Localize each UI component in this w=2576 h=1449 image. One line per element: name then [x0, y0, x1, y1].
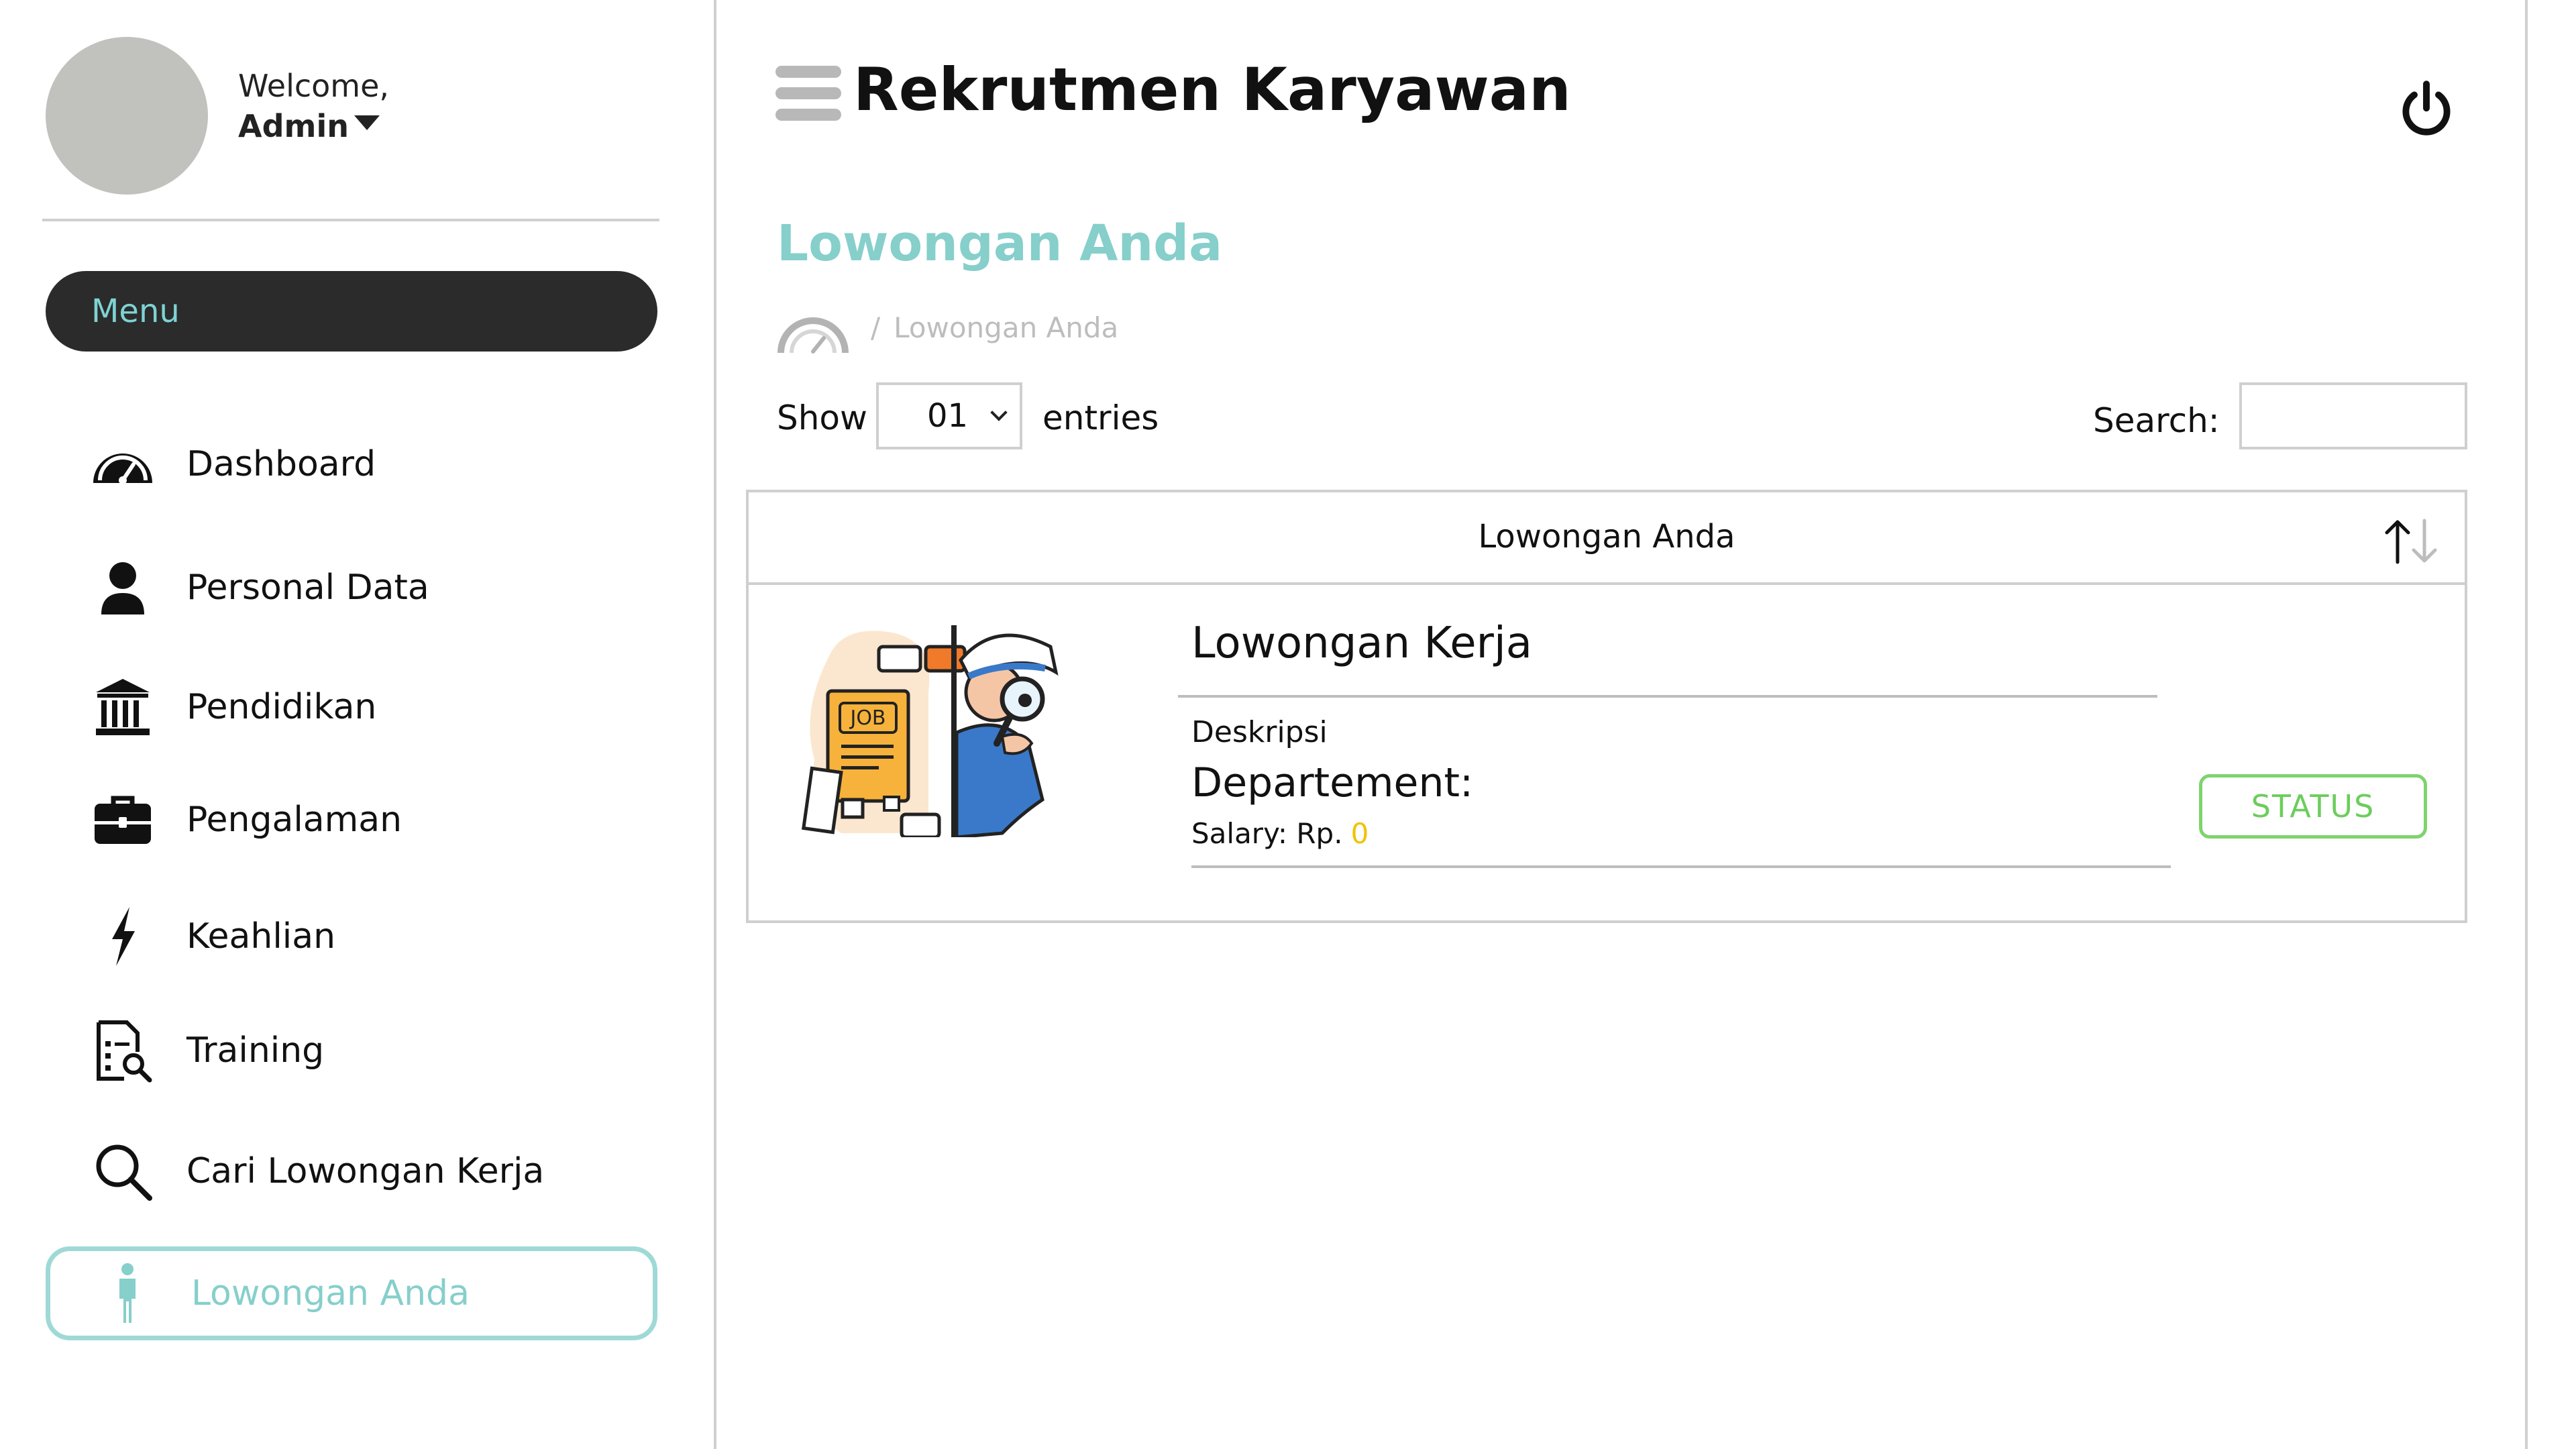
breadcrumb: / Lowongan Anda: [871, 311, 1118, 344]
chevron-down-icon: [990, 404, 1008, 421]
sidebar-item-training[interactable]: Training: [46, 1004, 657, 1097]
institution-icon: [86, 670, 160, 744]
illustration-job-label: JOB: [849, 706, 885, 730]
sidebar-item-pengalaman[interactable]: Pengalaman: [46, 773, 657, 867]
main-content: Rekrutmen Karyawan Lowongan Anda / Lowong…: [719, 0, 2528, 1449]
sidebar: Welcome, Admin Menu Dashboard Personal D…: [0, 0, 716, 1449]
power-icon[interactable]: [2396, 79, 2457, 140]
user-name: Admin: [238, 108, 349, 144]
vacancy-table: Lowongan Anda JOB Lowongan Kerja Deskrip…: [746, 490, 2467, 923]
sidebar-item-cari-lowongan-kerja[interactable]: Cari Lowongan Kerja: [46, 1124, 657, 1218]
job-description-label: Deskripsi: [1191, 715, 1328, 749]
sidebar-divider: [42, 219, 659, 221]
entries-select[interactable]: 01: [876, 382, 1022, 449]
user-menu-toggle[interactable]: Admin: [238, 106, 389, 146]
page-title: Lowongan Anda: [777, 215, 1223, 272]
dashboard-gauge-icon: [86, 427, 160, 501]
search-input[interactable]: [2239, 382, 2467, 449]
sidebar-item-lowongan-anda[interactable]: Lowongan Anda: [46, 1246, 657, 1340]
sort-icon[interactable]: [2380, 518, 2442, 565]
table-header-lowongan-anda[interactable]: Lowongan Anda: [749, 492, 2465, 585]
job-title[interactable]: Lowongan Kerja: [1191, 619, 1532, 668]
caret-down-icon[interactable]: [354, 115, 380, 130]
salary-label: Salary: Rp.: [1191, 817, 1343, 850]
sidebar-item-dashboard[interactable]: Dashboard: [46, 417, 657, 511]
sidebar-item-label: Keahlian: [186, 916, 336, 957]
show-label: Show: [777, 398, 867, 437]
search-icon: [86, 1134, 160, 1208]
menu-header: Menu: [46, 271, 657, 352]
salary-amount: 0: [1350, 817, 1369, 850]
avatar[interactable]: [46, 37, 208, 195]
dashboard-gauge-icon[interactable]: [777, 302, 849, 356]
person-icon: [86, 551, 160, 625]
document-search-icon: [86, 1014, 160, 1087]
app-title: Rekrutmen Karyawan: [853, 55, 1571, 124]
breadcrumb-current: Lowongan Anda: [894, 311, 1119, 344]
person-standing-icon: [91, 1256, 164, 1330]
sidebar-item-personal-data[interactable]: Personal Data: [46, 541, 657, 635]
sidebar-item-keahlian[interactable]: Keahlian: [46, 890, 657, 983]
sidebar-item-label: Pendidikan: [186, 687, 377, 727]
sidebar-item-pendidikan[interactable]: Pendidikan: [46, 660, 657, 754]
hamburger-menu-icon[interactable]: [775, 66, 841, 121]
sidebar-item-label: Lowongan Anda: [191, 1273, 470, 1313]
column-header-label: Lowongan Anda: [1478, 518, 1735, 555]
sidebar-item-label: Cari Lowongan Kerja: [186, 1151, 545, 1191]
briefcase-icon: [86, 783, 160, 857]
job-bottom-divider: [1191, 865, 2171, 868]
sidebar-item-label: Pengalaman: [186, 800, 402, 840]
lightning-icon: [86, 900, 160, 973]
status-button[interactable]: STATUS: [2199, 774, 2427, 839]
welcome-text: Welcome,: [238, 68, 390, 104]
sidebar-item-label: Personal Data: [186, 568, 429, 608]
search-label: Search:: [2093, 401, 2220, 440]
job-department-label: Departement:: [1191, 759, 1474, 806]
user-welcome: Welcome, Admin: [238, 66, 389, 146]
breadcrumb-separator: /: [871, 311, 881, 344]
sidebar-item-label: Dashboard: [186, 444, 376, 484]
job-salary: Salary: Rp. 0: [1191, 817, 1368, 850]
job-title-divider: [1178, 695, 2157, 698]
entries-value: 01: [927, 397, 969, 435]
sidebar-item-label: Training: [186, 1030, 325, 1071]
entries-label: entries: [1042, 398, 1159, 437]
job-search-illustration: JOB: [801, 625, 1059, 837]
